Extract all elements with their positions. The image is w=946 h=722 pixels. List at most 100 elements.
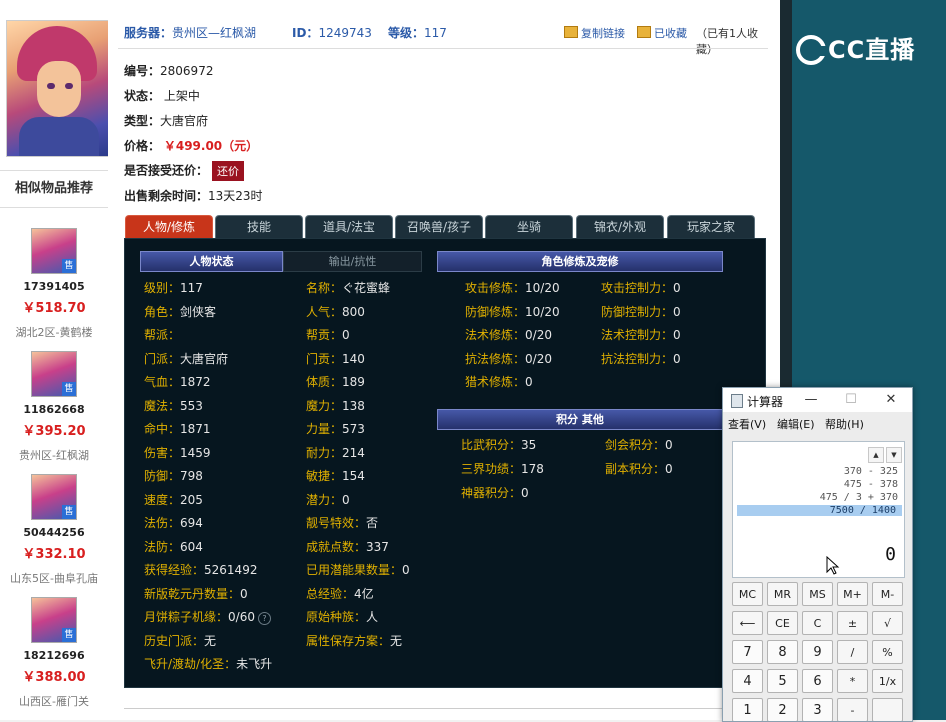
calc-key[interactable]: ⟵: [732, 611, 763, 635]
stat-label: 名称：: [306, 281, 343, 295]
maximize-icon[interactable]: ☐: [831, 388, 871, 412]
tab-skills[interactable]: 技能: [215, 215, 303, 239]
similar-item[interactable]: 售 18212696 ￥388.00 山西区-雁门关: [0, 597, 108, 709]
calc-key[interactable]: 1: [732, 698, 763, 721]
similar-item-avatar[interactable]: 售: [31, 474, 77, 520]
history-up-icon[interactable]: ▲: [868, 447, 884, 463]
stat-label: 法术控制力：: [601, 328, 674, 342]
calc-key[interactable]: MR: [767, 582, 798, 606]
calculator-title: 计算器: [747, 395, 784, 409]
stat-row: 力量：573: [306, 420, 365, 437]
help-icon[interactable]: ?: [257, 612, 271, 625]
stat-label: 魔力：: [306, 398, 343, 413]
section-character-status[interactable]: 人物状态: [140, 251, 283, 272]
id-label: ID：: [292, 26, 319, 40]
stat-label: 原始种族：: [306, 610, 367, 624]
calc-key[interactable]: %: [872, 640, 903, 664]
calculator-titlebar[interactable]: 计算器 — ☐ ✕: [723, 388, 912, 412]
calc-key[interactable]: M+: [837, 582, 868, 606]
stat-row: 副本积分：0: [605, 460, 673, 477]
similar-item-server: 湖北2区-黄鹤楼: [15, 326, 93, 339]
similar-item-price: ￥518.70: [22, 301, 86, 316]
status-row: 状态： 上架中: [124, 87, 200, 104]
stat-label: 历史门派：: [144, 633, 205, 648]
id-value: 1249743: [318, 26, 372, 40]
remaining-time-label: 出售剩余时间：: [124, 189, 209, 203]
counter-offer-row: 是否接受还价： 还价: [124, 161, 245, 181]
tab-mounts[interactable]: 坐骑: [485, 215, 573, 239]
tab-character[interactable]: 人物/修炼: [125, 215, 213, 239]
calc-key[interactable]: C: [802, 611, 833, 635]
tab-outfits[interactable]: 锦衣/外观: [576, 215, 664, 239]
id-field: ID：1249743: [292, 24, 372, 41]
calc-key[interactable]: √: [872, 611, 903, 635]
stat-value: 35: [521, 438, 537, 452]
calc-key[interactable]: /: [837, 640, 868, 664]
stat-label: 帮贡：: [306, 328, 343, 342]
stat-row: 耐力：214: [306, 444, 365, 461]
stat-value: 0: [342, 492, 350, 507]
calc-key[interactable]: 9: [802, 640, 833, 664]
tab-items[interactable]: 道具/法宝: [305, 215, 393, 239]
calc-key[interactable]: [872, 698, 903, 721]
favorite-button[interactable]: 已收藏: [637, 25, 687, 41]
calc-key[interactable]: MC: [732, 582, 763, 606]
calculator-display: ▲ ▼ 370 - 325 475 - 378 475 / 3 + 370 750…: [732, 441, 905, 578]
history-down-icon[interactable]: ▼: [886, 447, 902, 463]
favorite-icon: [637, 26, 651, 38]
status-label: 状态：: [124, 89, 161, 103]
stat-label: 伤害：: [144, 445, 181, 460]
stat-row: 速度：205: [144, 491, 203, 508]
menu-edit[interactable]: 编辑(E): [777, 416, 815, 432]
calc-key[interactable]: ±: [837, 611, 868, 635]
stat-label: 耐力：: [306, 445, 343, 460]
history-entry-selected[interactable]: 7500 / 1400: [737, 505, 902, 516]
stat-value: 剑侠客: [180, 304, 217, 319]
tab-player-home[interactable]: 玩家之家: [667, 215, 755, 239]
calc-key[interactable]: -: [837, 698, 868, 721]
history-entry[interactable]: 370 - 325: [844, 466, 898, 477]
calc-key[interactable]: 1/x: [872, 669, 903, 693]
close-icon[interactable]: ✕: [871, 388, 911, 412]
stat-value: 否: [366, 516, 379, 530]
calc-key[interactable]: 8: [767, 640, 798, 664]
tab-pets[interactable]: 召唤兽/孩子: [395, 215, 483, 239]
calc-key[interactable]: MS: [802, 582, 833, 606]
calc-key[interactable]: 2: [767, 698, 798, 721]
stat-value: 573: [342, 422, 365, 436]
stat-row: 原始种族：人: [306, 608, 378, 625]
stat-row: 属性保存方案：无: [306, 632, 402, 649]
calc-key[interactable]: 6: [802, 669, 833, 693]
number-value: 2806972: [160, 64, 214, 78]
minimize-icon[interactable]: —: [791, 388, 831, 412]
calc-key[interactable]: 3: [802, 698, 833, 721]
calc-key[interactable]: 7: [732, 640, 763, 664]
calc-key[interactable]: M-: [872, 582, 903, 606]
similar-item[interactable]: 售 50444256 ￥332.10 山东5区-曲阜孔庙: [0, 474, 108, 586]
menu-view[interactable]: 查看(V): [728, 416, 766, 432]
similar-item-avatar[interactable]: 售: [31, 597, 77, 643]
calc-key[interactable]: CE: [767, 611, 798, 635]
calc-key[interactable]: *: [837, 669, 868, 693]
similar-item-avatar[interactable]: 售: [31, 351, 77, 397]
calc-key[interactable]: 4: [732, 669, 763, 693]
menu-help[interactable]: 帮助(H): [825, 416, 864, 432]
stat-value: ぐ花蜜蜂: [342, 281, 391, 295]
stat-label: 成就点数：: [306, 539, 367, 554]
history-entry[interactable]: 475 / 3 + 370: [820, 492, 898, 503]
section-output-resist[interactable]: 输出/抗性: [283, 251, 422, 272]
stat-label: 敏捷：: [306, 469, 343, 483]
similar-item-id: 11862668: [23, 403, 85, 416]
similar-item[interactable]: 售 11862668 ￥395.20 贵州区-红枫湖: [0, 351, 108, 463]
stat-row: 攻击控制力：0: [601, 279, 681, 296]
stat-row: 靓号特效：否: [306, 514, 378, 531]
stat-value: 1872: [180, 375, 211, 389]
counter-offer-button[interactable]: 还价: [212, 161, 245, 181]
copy-link-button[interactable]: 复制链接: [564, 25, 625, 41]
similar-item-avatar[interactable]: 售: [31, 228, 77, 274]
stat-label: 获得经验：: [144, 563, 205, 577]
history-entry[interactable]: 475 - 378: [844, 479, 898, 490]
calc-key[interactable]: 5: [767, 669, 798, 693]
stat-label: 法伤：: [144, 516, 181, 530]
similar-item[interactable]: 售 17391405 ￥518.70 湖北2区-黄鹤楼: [0, 228, 108, 340]
